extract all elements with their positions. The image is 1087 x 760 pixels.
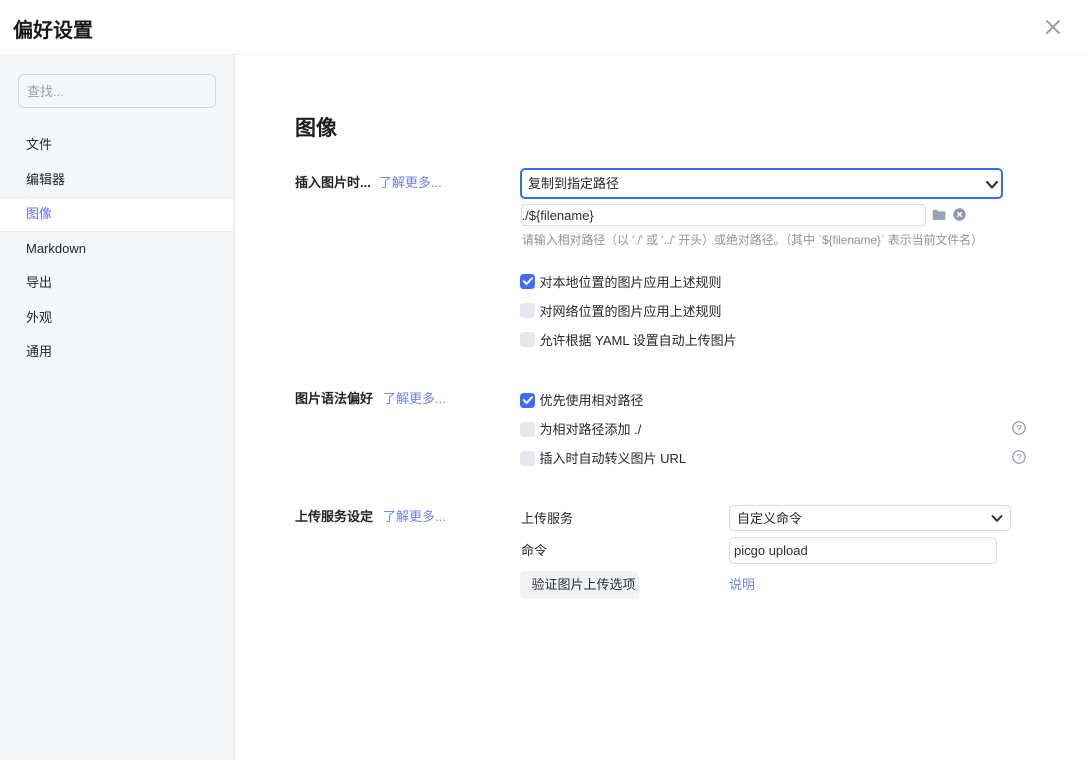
svg-text:?: ? [1016, 423, 1021, 434]
svg-text:?: ? [1016, 452, 1021, 463]
